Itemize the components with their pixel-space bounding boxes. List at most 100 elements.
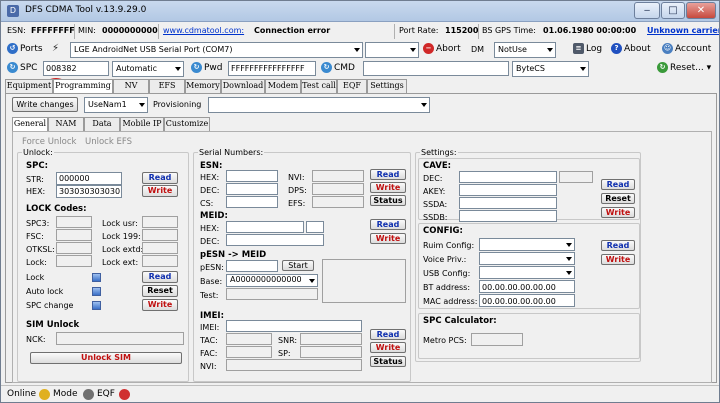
subtab-data[interactable]: Data: [84, 117, 120, 131]
close-button[interactable]: ✕: [686, 2, 716, 19]
minimize-button[interactable]: ‒: [634, 2, 660, 19]
config-write-button[interactable]: Write: [601, 254, 635, 265]
cave-read-button[interactable]: Read: [601, 179, 635, 190]
imei-write-button[interactable]: Write: [370, 342, 406, 353]
base-select[interactable]: A0000000000000: [226, 274, 318, 287]
meid-dec-input[interactable]: [226, 234, 324, 246]
spc3-input[interactable]: [56, 216, 92, 228]
tab-nv[interactable]: NV: [113, 79, 149, 93]
spc-button[interactable]: ↻ SPC: [7, 61, 37, 75]
cave-dec-extra-input[interactable]: [559, 171, 593, 183]
otksl-input[interactable]: [56, 242, 92, 254]
cave-reset-button[interactable]: Reset: [601, 193, 635, 204]
esn-efs-input[interactable]: [312, 196, 364, 208]
lock-checkbox[interactable]: [92, 273, 101, 282]
subtab-nam[interactable]: NAM: [48, 117, 84, 131]
meid-hex-input[interactable]: [226, 221, 304, 233]
tab-eqf[interactable]: EQF: [337, 79, 367, 93]
imei-input[interactable]: [226, 320, 362, 332]
cave-dec-input[interactable]: [459, 171, 557, 183]
maximize-button[interactable]: □: [661, 2, 685, 19]
provisioning-select[interactable]: [208, 97, 430, 113]
subtab-customize[interactable]: Customize: [164, 117, 210, 131]
subtab-mobile-ip[interactable]: Mobile IP: [120, 117, 164, 131]
tac-input[interactable]: [226, 333, 272, 345]
ports-button[interactable]: ↺ Ports: [7, 42, 43, 56]
meid-read-button[interactable]: Read: [370, 219, 406, 230]
hex-input[interactable]: 303030303030: [56, 185, 122, 198]
lock-ext-input[interactable]: [142, 255, 178, 267]
bt-address-input[interactable]: 00.00.00.00.00.00: [479, 280, 575, 293]
about-button[interactable]: ? About: [611, 42, 651, 56]
reset-menu-button[interactable]: ↻ Reset... ▾: [657, 61, 711, 75]
imei-read-button[interactable]: Read: [370, 329, 406, 340]
fsc-input[interactable]: [56, 229, 92, 241]
lock-read-button[interactable]: Read: [142, 271, 178, 283]
lock-199-input[interactable]: [142, 229, 178, 241]
meid-write-button[interactable]: Write: [370, 233, 406, 244]
cave-write-button[interactable]: Write: [601, 207, 635, 218]
esn-read-button[interactable]: Read: [370, 169, 406, 180]
account-button[interactable]: ☺ Account: [662, 42, 711, 56]
lock-usr-input[interactable]: [142, 216, 178, 228]
spc-read-button[interactable]: Read: [142, 172, 178, 184]
cmd-input[interactable]: [363, 61, 509, 76]
esn-cs-input[interactable]: [226, 196, 278, 208]
esn-status-button[interactable]: Status: [370, 195, 406, 206]
nck-input[interactable]: [56, 332, 184, 345]
esn-hex-input[interactable]: [226, 170, 278, 182]
ruim-config-select[interactable]: [479, 238, 575, 251]
config-read-button[interactable]: Read: [601, 240, 635, 251]
subtab-general[interactable]: General: [12, 117, 48, 132]
imei-status-button[interactable]: Status: [370, 356, 406, 367]
metro-pcs-input[interactable]: [471, 333, 523, 346]
tab-test-call[interactable]: Test call: [301, 79, 337, 93]
esn-dec-input[interactable]: [226, 183, 278, 195]
ssda-input[interactable]: [459, 197, 557, 209]
tab-equipment[interactable]: Equipment: [5, 79, 53, 93]
pwd-input[interactable]: FFFFFFFFFFFFFFFF: [228, 61, 316, 76]
str-input[interactable]: 000000: [56, 172, 122, 185]
lock-write-button[interactable]: Write: [142, 299, 178, 311]
cmd-button[interactable]: ↻ CMD: [321, 61, 355, 75]
fac-input[interactable]: [226, 346, 272, 358]
port-select[interactable]: LGE AndroidNet USB Serial Port (COM7): [70, 42, 363, 58]
tab-programming[interactable]: Programming: [53, 79, 113, 94]
carrier-link[interactable]: Unknown carrier: [647, 26, 719, 35]
tab-efs[interactable]: EFS: [149, 79, 185, 93]
dm-select[interactable]: NotUse: [494, 42, 556, 58]
pesn-start-button[interactable]: Start: [282, 260, 314, 271]
mac-address-input[interactable]: 00.00.00.00.00.00: [479, 294, 575, 307]
meid-check-input[interactable]: [306, 221, 324, 233]
usb-config-select[interactable]: [479, 266, 575, 279]
pesn-input[interactable]: [226, 260, 278, 272]
esn-write-button[interactable]: Write: [370, 182, 406, 193]
voice-priv-select[interactable]: [479, 252, 575, 265]
tab-settings[interactable]: Settings: [367, 79, 407, 93]
port-aux-select[interactable]: [365, 42, 419, 58]
esn-dps-input[interactable]: [312, 183, 364, 195]
site-link[interactable]: www.cdmatool.com:: [163, 26, 244, 35]
force-unlock-link[interactable]: Force Unlock: [22, 137, 76, 147]
esn-nvi-input[interactable]: [312, 170, 364, 182]
test-input[interactable]: [226, 288, 318, 300]
connect-plug-icon[interactable]: ⚡: [52, 44, 64, 54]
spc-change-checkbox[interactable]: [92, 301, 101, 310]
spc-input[interactable]: 008382: [43, 61, 109, 76]
tab-modem[interactable]: Modem: [265, 79, 301, 93]
lock-extd-input[interactable]: [142, 242, 178, 254]
tab-memory[interactable]: Memory: [185, 79, 221, 93]
auto-lock-checkbox[interactable]: [92, 287, 101, 296]
pwd-button[interactable]: ↻ Pwd: [191, 61, 223, 75]
tab-download[interactable]: Download: [221, 79, 265, 93]
write-changes-button[interactable]: Write changes: [12, 97, 78, 112]
imei-nvi-input[interactable]: [226, 359, 362, 371]
ssdb-input[interactable]: [459, 210, 557, 222]
usenam-select[interactable]: UseNam1: [84, 97, 148, 113]
bytecs-select[interactable]: ByteCS: [512, 61, 589, 77]
lock-reset-button[interactable]: Reset: [142, 285, 178, 297]
spc-mode-select[interactable]: Automatic: [112, 61, 184, 77]
sp-input[interactable]: [300, 346, 362, 358]
abort-button[interactable]: − Abort: [423, 42, 461, 56]
spc-write-button[interactable]: Write: [142, 185, 178, 197]
